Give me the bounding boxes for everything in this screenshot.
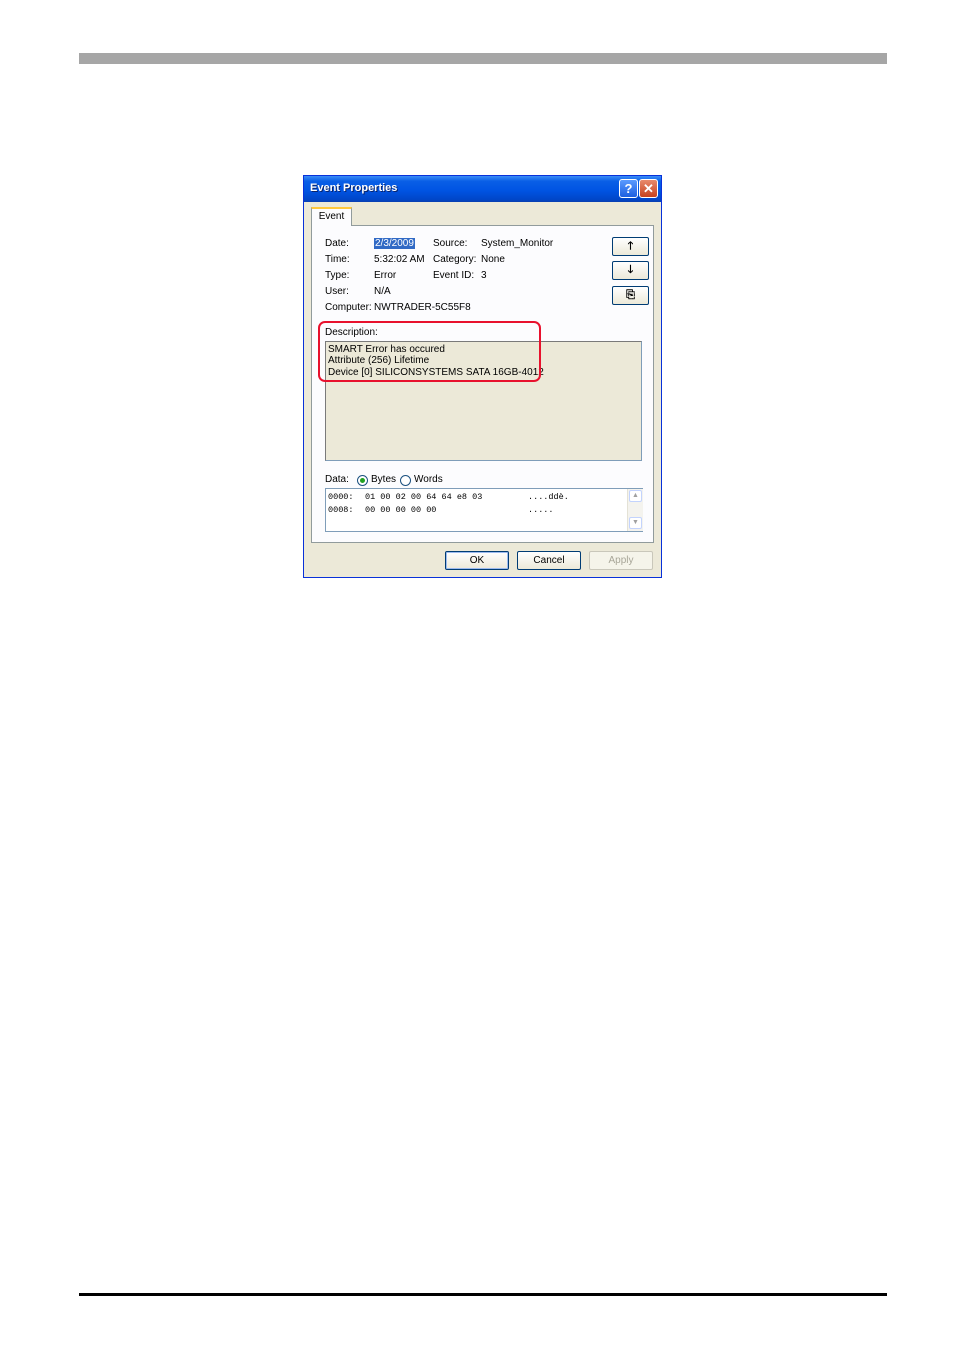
data-textbox[interactable]: 0000: 01 00 02 00 64 64 e8 03 ....ddè. 0… [325,488,643,532]
previous-event-button[interactable]: 🡑 [612,237,649,256]
data-ascii: ....ddè. [528,492,569,502]
data-hex: 00 00 00 00 00 [365,505,437,515]
event-id-value: 3 [481,270,487,281]
time-label: Time: [325,254,350,265]
ok-button[interactable]: OK [445,551,509,570]
user-value: N/A [374,286,391,297]
scroll-up-icon[interactable]: ▲ [629,490,642,502]
arrow-up-icon: 🡑 [627,240,634,252]
radio-selected-dot [360,478,365,483]
data-hex: 01 00 02 00 64 64 e8 03 [365,492,483,502]
scroll-down-icon[interactable]: ▼ [629,517,642,529]
time-value: 5:32:02 AM [374,254,425,265]
next-event-button[interactable]: 🡓 [612,261,649,280]
category-value: None [481,254,505,265]
help-icon: ? [624,181,633,196]
event-id-label: Event ID: [433,270,475,281]
words-radio[interactable] [400,475,411,486]
tab-event[interactable]: Event [311,207,352,226]
cancel-button[interactable]: Cancel [517,551,581,570]
computer-value: NWTRADER-5C55F8 [374,302,471,313]
bytes-radio-label[interactable]: Bytes [371,474,396,485]
data-ascii: ..... [528,505,554,515]
copy-button[interactable]: ⎘ [612,286,649,305]
arrow-down-icon: 🡓 [627,264,634,276]
bytes-radio[interactable] [357,475,368,486]
date-label: Date: [325,238,349,249]
description-highlight-box [318,321,541,382]
date-value: 2/3/2009 [374,238,415,249]
page-footer-rule [79,1293,887,1296]
source-value: System_Monitor [481,238,554,249]
help-button[interactable]: ? [619,179,638,198]
category-label: Category: [433,254,477,265]
data-offset: 0000: [328,492,354,502]
user-label: User: [325,286,349,297]
data-scrollbar[interactable]: ▲ ▼ [627,489,643,531]
close-button[interactable]: ✕ [639,179,658,198]
type-label: Type: [325,270,350,281]
title-bar[interactable]: Event Properties ? ✕ [304,176,661,202]
words-radio-label[interactable]: Words [414,474,443,485]
data-offset: 0008: [328,505,354,515]
page-header-bar [79,53,887,64]
data-label: Data: [325,474,349,485]
type-value: Error [374,270,397,281]
source-label: Source: [433,238,468,249]
dialog-title: Event Properties [310,182,398,194]
event-tab-panel: Date: 2/3/2009 Time: 5:32:02 AM Type: Er… [311,225,654,543]
computer-label: Computer: [325,302,372,313]
copy-icon: ⎘ [626,289,635,301]
apply-button[interactable]: Apply [589,551,653,570]
close-icon: ✕ [643,181,654,196]
